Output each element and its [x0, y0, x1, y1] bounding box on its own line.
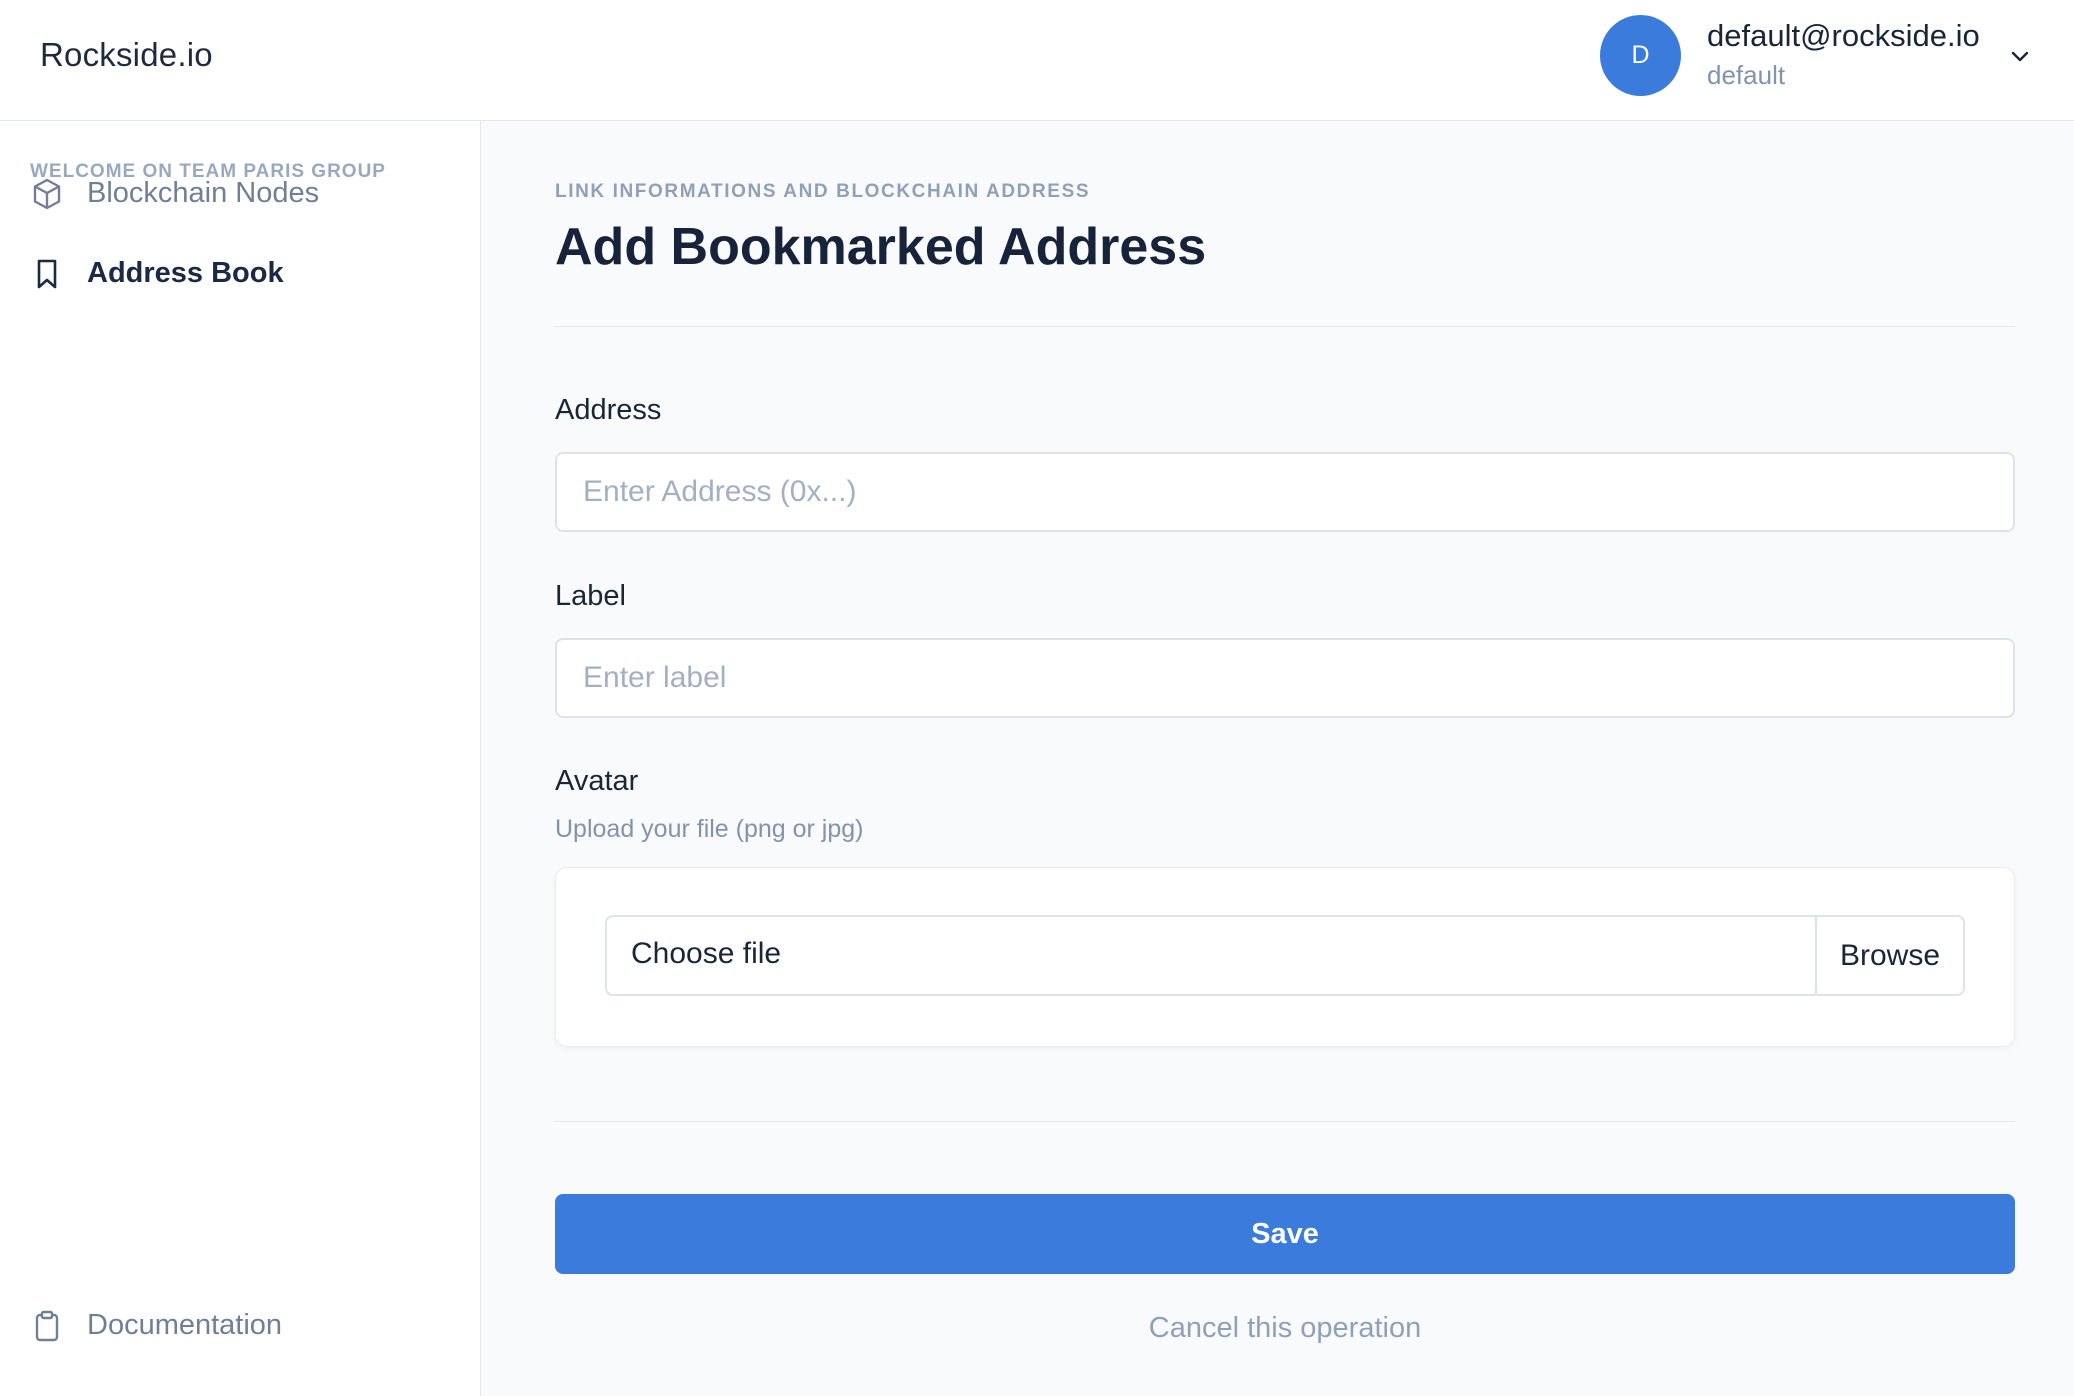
cancel-link[interactable]: Cancel this operation — [555, 1312, 2015, 1345]
user-menu[interactable]: D default@rockside.io default — [1600, 15, 2040, 97]
sidebar-item-label: Address Book — [87, 257, 284, 289]
user-team: default — [1707, 60, 1786, 90]
label-label: Label — [555, 580, 626, 612]
header-divider — [555, 326, 2015, 327]
file-input-text: Choose file — [631, 937, 782, 970]
label-input[interactable] — [555, 638, 2015, 718]
user-email: default@rockside.io — [1707, 18, 1980, 53]
form-divider — [555, 1121, 2015, 1122]
avatar[interactable]: D — [1600, 15, 1681, 96]
sidebar-item-label: Blockchain Nodes — [87, 177, 320, 209]
chevron-down-icon[interactable] — [2008, 44, 2032, 68]
avatar-label: Avatar — [555, 765, 639, 797]
sidebar-item-documentation[interactable]: Documentation — [30, 1301, 450, 1351]
sidebar-item-address-book[interactable]: Address Book — [30, 249, 450, 299]
sidebar: WELCOME ON TEAM PARIS GROUP Blockchain N… — [0, 121, 481, 1396]
avatar-help-text: Upload your file (png or jpg) — [555, 815, 864, 843]
address-label: Address — [555, 394, 662, 426]
browse-button[interactable]: Browse — [1815, 917, 1963, 994]
bookmark-icon — [37, 259, 57, 289]
clipboard-icon — [35, 1310, 59, 1342]
cube-icon — [33, 178, 61, 210]
top-bar: Rockside.io D default@rockside.io defaul… — [0, 0, 2074, 121]
page-title: Add Bookmarked Address — [555, 218, 1207, 276]
avatar-upload-card: Choose file Browse — [555, 867, 2015, 1047]
page-eyebrow: LINK INFORMATIONS AND BLOCKCHAIN ADDRESS — [555, 181, 1091, 202]
sidebar-item-label: Documentation — [87, 1309, 283, 1341]
file-input[interactable]: Choose file Browse — [605, 915, 1965, 996]
save-button[interactable]: Save — [555, 1194, 2015, 1274]
brand-logo[interactable]: Rockside.io — [40, 36, 213, 74]
address-input[interactable] — [555, 452, 2015, 532]
sidebar-item-blockchain-nodes[interactable]: Blockchain Nodes — [30, 169, 450, 219]
